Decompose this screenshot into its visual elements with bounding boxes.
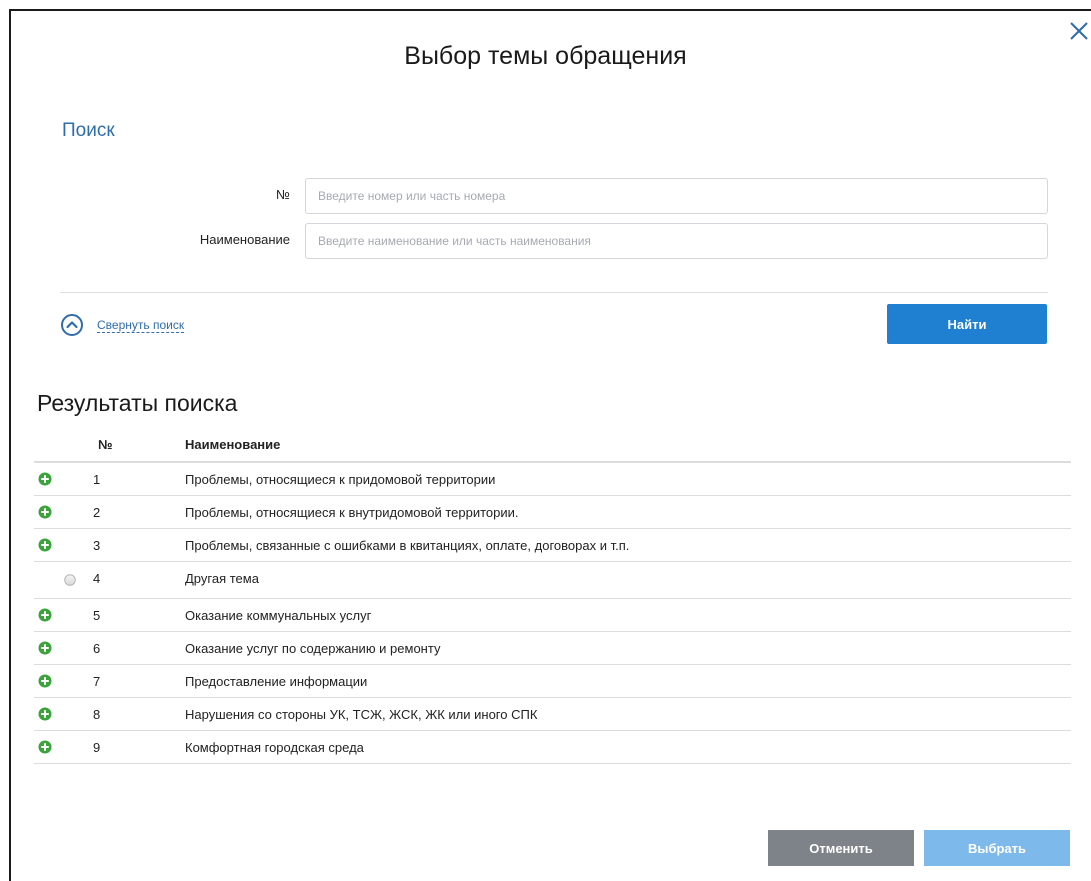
row-number: 5: [93, 608, 101, 623]
row-number: 6: [93, 641, 101, 656]
results-heading: Результаты поиска: [37, 390, 238, 416]
table-row[interactable]: 7 Предоставление информации: [34, 665, 1071, 698]
row-number: 1: [93, 472, 101, 487]
row-name: Оказание коммунальных услуг: [185, 608, 372, 623]
plus-circle-icon[interactable]: [38, 674, 52, 688]
column-header-name: Наименование: [185, 437, 281, 452]
dialog-title: Выбор темы обращения: [404, 42, 687, 70]
search-divider: [60, 292, 1048, 293]
row-name: Проблемы, связанные с ошибками в квитанц…: [185, 538, 630, 553]
row-number: 9: [93, 740, 101, 755]
number-input[interactable]: [305, 178, 1048, 214]
table-row[interactable]: 4 Другая тема: [34, 562, 1071, 599]
plus-circle-icon[interactable]: [38, 740, 52, 754]
row-name: Оказание услуг по содержанию и ремонту: [185, 641, 441, 656]
row-number: 2: [93, 505, 101, 520]
results-table: № Наименование 1 Проблемы, относящиеся к …: [34, 428, 1071, 764]
plus-circle-icon[interactable]: [38, 505, 52, 519]
row-number: 3: [93, 538, 101, 553]
row-name: Проблемы, относящиеся к внутридомовой те…: [185, 505, 519, 520]
plus-circle-icon[interactable]: [38, 472, 52, 486]
row-number: 4: [93, 571, 101, 586]
close-icon[interactable]: [1068, 20, 1090, 42]
row-name: Предоставление информации: [185, 674, 368, 689]
table-row[interactable]: 8 Нарушения со стороны УК, ТСЖ, ЖСК, ЖК и…: [34, 698, 1071, 731]
search-heading: Поиск: [62, 120, 115, 141]
plus-circle-icon[interactable]: [38, 707, 52, 721]
collapse-search-label[interactable]: Свернуть поиск: [97, 318, 185, 333]
table-header: № Наименование: [34, 428, 1071, 463]
name-input[interactable]: [305, 223, 1048, 259]
find-button[interactable]: Найти: [887, 304, 1047, 344]
table-row[interactable]: 1 Проблемы, относящиеся к придомовой терр…: [34, 463, 1071, 496]
column-header-number: №: [98, 437, 113, 452]
radio-button[interactable]: [64, 574, 76, 586]
name-label: Наименование: [199, 232, 290, 247]
table-row[interactable]: 6 Оказание услуг по содержанию и ремонту: [34, 632, 1071, 665]
table-row[interactable]: 3 Проблемы, связанные с ошибками в квитан…: [34, 529, 1071, 562]
row-name: Другая тема: [185, 571, 259, 586]
number-label: №: [276, 187, 290, 202]
row-name: Комфортная городская среда: [185, 740, 364, 755]
select-button[interactable]: Выбрать: [924, 830, 1070, 866]
collapse-search-link[interactable]: Свернуть поиск: [60, 313, 185, 337]
table-body: 1 Проблемы, относящиеся к придомовой терр…: [34, 463, 1071, 764]
plus-circle-icon[interactable]: [38, 538, 52, 552]
table-row[interactable]: 9 Комфортная городская среда: [34, 731, 1071, 764]
table-row[interactable]: 2 Проблемы, относящиеся к внутридомовой т…: [34, 496, 1071, 529]
row-name: Проблемы, относящиеся к придомовой терри…: [185, 472, 496, 487]
chevron-up-circle-icon: [61, 314, 83, 336]
row-number: 8: [93, 707, 101, 722]
row-name: Нарушения со стороны УК, ТСЖ, ЖСК, ЖК ил…: [185, 707, 538, 722]
plus-circle-icon[interactable]: [38, 641, 52, 655]
cancel-button[interactable]: Отменить: [768, 830, 914, 866]
table-row[interactable]: 5 Оказание коммунальных услуг: [34, 599, 1071, 632]
row-number: 7: [93, 674, 101, 689]
plus-circle-icon[interactable]: [38, 608, 52, 622]
